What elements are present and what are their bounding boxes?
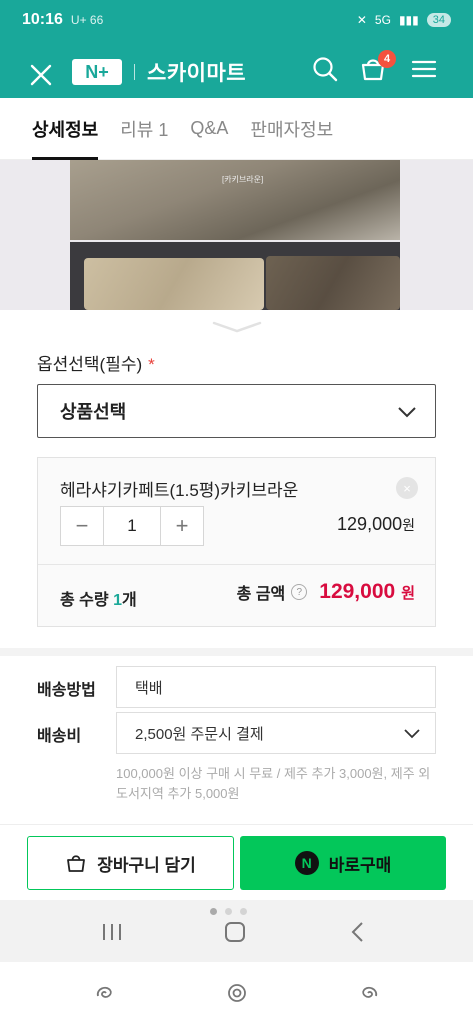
page-indicator <box>210 908 247 915</box>
help-icon[interactable]: ? <box>291 584 308 600</box>
rug-beige-sample <box>84 258 264 310</box>
item-price: 129,000원 <box>337 514 415 534</box>
store-name: 스카이마트 <box>147 62 247 85</box>
purchase-actions: 장바구니 담기 N 바로구매 <box>0 824 473 900</box>
tab-reviews[interactable]: 리뷰 1 <box>120 98 168 160</box>
carpet-photo-top: [카키브라운] <box>70 160 400 240</box>
card-divider <box>38 564 435 565</box>
product-detail-images: [카키브라운] <box>0 160 473 310</box>
add-to-cart-button[interactable]: 장바구니 담기 <box>27 836 234 890</box>
total-quantity-value: 1 <box>113 592 122 609</box>
tab-detail[interactable]: 상세정보 <box>32 98 99 160</box>
naver-plus-logo: N+ <box>72 59 122 85</box>
shipping-note: 100,000원 이상 구매 시 무료 / 제주 추가 3,000원, 제주 외… <box>116 766 431 801</box>
section-separator <box>0 648 473 656</box>
shipping-method-label: 배송방법 <box>37 682 96 699</box>
total-amount: 총 금액 ? 129,000 원 <box>236 580 415 603</box>
quantity-stepper: − 1 + <box>60 506 204 546</box>
naver-pay-icon: N <box>294 851 319 875</box>
total-quantity: 총 수량 1개 <box>60 592 137 609</box>
cart-count-badge: 4 <box>378 50 396 68</box>
status-time: 10:16 <box>22 11 63 28</box>
shipping-fee-label: 배송비 <box>37 728 82 745</box>
product-tabs: 상세정보 리뷰 1 Q&A 판매자정보 <box>0 98 473 160</box>
network-label: 5G <box>374 13 391 27</box>
quantity-value[interactable]: 1 <box>103 507 161 545</box>
search-icon[interactable] <box>310 54 340 84</box>
sheet-collapse-handle-icon[interactable] <box>212 320 262 334</box>
tab-qna[interactable]: Q&A <box>190 98 228 160</box>
status-left-icons: U+ 66 <box>70 13 104 27</box>
shipping-method-field: 택배 <box>116 666 436 708</box>
swirl-right-icon[interactable] <box>356 980 382 1006</box>
recent-apps-icon[interactable] <box>98 920 126 944</box>
selected-item-name: 헤라샤기카페트(1.5평)카키브라운 <box>60 481 299 500</box>
shopping-bag-icon <box>67 855 86 872</box>
signal-icon: ▮▮▮ <box>398 13 419 27</box>
tab-seller-info[interactable]: 판매자정보 <box>250 98 333 160</box>
system-nav-bar <box>0 900 473 962</box>
option-select-value: 상품선택 <box>60 402 127 422</box>
total-amount-label: 총 금액 <box>236 586 286 603</box>
purchase-sheet: 옵션선택(필수) * 상품선택 헤라샤기카페트(1.5평)카키브라운 × − 1 … <box>0 310 473 900</box>
selected-item-card: 헤라샤기카페트(1.5평)카키브라운 × − 1 + 129,000원 총 수량… <box>37 457 436 627</box>
page-dot <box>240 908 247 915</box>
buy-now-button[interactable]: N 바로구매 <box>240 836 446 890</box>
mute-icon: ✕ <box>356 13 367 27</box>
logo-divider <box>134 64 135 80</box>
buy-now-label: 바로구매 <box>328 855 392 875</box>
carpet-photo-bottom <box>70 242 400 310</box>
bottom-bar <box>0 962 473 1024</box>
photo-caption: [카키브라운] <box>222 175 264 184</box>
battery-indicator: 34 <box>426 13 451 27</box>
swirl-left-icon[interactable] <box>92 980 118 1006</box>
total-amount-value: 129,000 <box>319 580 396 603</box>
menu-icon[interactable] <box>409 54 439 84</box>
home-icon[interactable] <box>221 920 249 944</box>
status-bar: 10:16 U+ 66 ✕ 5G ▮▮▮ 34 <box>0 0 473 40</box>
close-icon[interactable] <box>28 62 54 88</box>
app-header: N+ 스카이마트 <box>0 40 473 98</box>
back-icon[interactable] <box>345 920 373 944</box>
chevron-down-icon <box>398 407 416 418</box>
page-dot <box>225 908 232 915</box>
option-label: 옵션선택(필수) * <box>37 355 155 374</box>
decrease-quantity-button[interactable]: − <box>61 507 103 545</box>
increase-quantity-button[interactable]: + <box>161 507 203 545</box>
remove-item-button[interactable]: × <box>396 477 418 499</box>
page-dot <box>210 908 217 915</box>
option-select[interactable]: 상품선택 <box>37 384 436 438</box>
circle-home-icon[interactable] <box>224 980 250 1006</box>
chevron-down-icon <box>404 729 420 739</box>
shipping-fee-value: 2,500원 주문시 결제 <box>135 725 264 743</box>
rug-brown-sample <box>266 256 400 310</box>
shipping-fee-select[interactable]: 2,500원 주문시 결제 <box>116 712 436 754</box>
add-to-cart-label: 장바구니 담기 <box>97 855 196 875</box>
required-mark: * <box>148 355 155 374</box>
store-logo[interactable]: N+ 스카이마트 <box>72 57 246 87</box>
